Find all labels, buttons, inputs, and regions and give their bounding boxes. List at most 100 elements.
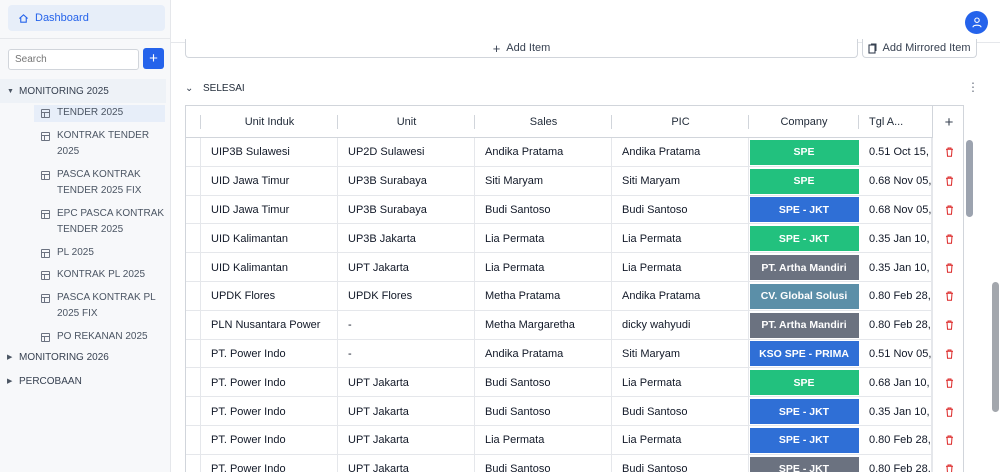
table-row[interactable]: PT. Power Indo - Andika Pratama Siti Maryam… xyxy=(186,339,963,369)
cell-pic[interactable]: Siti Maryam xyxy=(612,339,749,369)
table-row[interactable]: UID Kalimantan UP3B Jakarta Lia Permata Lia… xyxy=(186,224,963,254)
column-header[interactable]: PIC xyxy=(612,106,749,138)
cell-unit-induk[interactable]: UID Kalimantan xyxy=(201,224,338,254)
cell-pic[interactable]: Andika Pratama xyxy=(612,281,749,311)
cell-company[interactable]: CV. Global Solusi xyxy=(749,282,859,311)
trash-icon[interactable] xyxy=(945,464,954,472)
delete-cell[interactable] xyxy=(932,339,963,369)
trash-icon[interactable] xyxy=(945,349,954,359)
cell-unit[interactable]: UP2D Sulawesi xyxy=(338,138,475,167)
trash-icon[interactable] xyxy=(945,205,954,215)
row-handle[interactable] xyxy=(186,454,201,472)
cell-unit-induk[interactable]: UID Jawa Timur xyxy=(201,166,338,196)
cell-unit[interactable]: UPT Jakarta xyxy=(338,454,475,472)
page-scrollbar[interactable] xyxy=(992,282,999,412)
folder-monitoring-2026[interactable]: ▶ MONITORING 2026 xyxy=(0,345,171,369)
add-column-button[interactable]: + xyxy=(932,106,963,138)
row-handle[interactable] xyxy=(186,425,201,455)
board-item[interactable]: PO REKANAN 2025 xyxy=(0,329,171,346)
trash-icon[interactable] xyxy=(945,407,954,417)
board-item[interactable]: PASCA KONTRAK TENDER 2025 FIX xyxy=(0,167,171,200)
cell-tgl[interactable]: 0.68 Nov 05, 23 xyxy=(859,195,932,225)
delete-cell[interactable] xyxy=(932,253,963,282)
delete-cell[interactable] xyxy=(932,425,963,455)
cell-sales[interactable]: Lia Permata xyxy=(475,425,612,455)
trash-icon[interactable] xyxy=(945,378,954,388)
cell-unit[interactable]: - xyxy=(338,310,475,340)
table-row[interactable]: UPDK Flores UPDK Flores Metha Pratama Andik… xyxy=(186,281,963,311)
cell-pic[interactable]: Lia Permata xyxy=(612,253,749,282)
row-handle[interactable] xyxy=(186,166,201,196)
table-row[interactable]: UID Jawa Timur UP3B Surabaya Siti Maryam Si… xyxy=(186,166,963,196)
delete-cell[interactable] xyxy=(932,397,963,426)
board-item[interactable]: TENDER 2025 xyxy=(34,105,165,122)
cell-unit[interactable]: UP3B Surabaya xyxy=(338,166,475,196)
row-handle[interactable] xyxy=(186,195,201,225)
cell-tgl[interactable]: 0.80 Feb 28, 24 xyxy=(859,454,932,472)
cell-sales[interactable]: Lia Permata xyxy=(475,253,612,282)
user-avatar[interactable] xyxy=(965,11,988,34)
table-row[interactable]: PLN Nusantara Power - Metha Margaretha dick… xyxy=(186,310,963,340)
cell-tgl[interactable]: 0.51 Oct 15, 23 xyxy=(859,138,932,167)
cell-company[interactable]: SPE - JKT xyxy=(749,426,859,455)
cell-unit[interactable]: UPDK Flores xyxy=(338,281,475,311)
cell-sales[interactable]: Andika Pratama xyxy=(475,138,612,167)
cell-unit[interactable]: UP3B Surabaya xyxy=(338,195,475,225)
cell-unit[interactable]: UP3B Jakarta xyxy=(338,224,475,254)
cell-company[interactable]: PT. Artha Mandiri xyxy=(749,253,859,282)
column-header[interactable]: Company xyxy=(749,106,859,138)
cell-pic[interactable]: Siti Maryam xyxy=(612,166,749,196)
cell-sales[interactable]: Budi Santoso xyxy=(475,454,612,472)
delete-cell[interactable] xyxy=(932,310,963,340)
cell-pic[interactable]: Budi Santoso xyxy=(612,454,749,472)
delete-cell[interactable] xyxy=(932,166,963,196)
table-row[interactable]: UID Kalimantan UPT Jakarta Lia Permata Lia … xyxy=(186,253,963,282)
trash-icon[interactable] xyxy=(945,176,954,186)
cell-unit-induk[interactable]: PT. Power Indo xyxy=(201,368,338,398)
cell-company[interactable]: SPE - JKT xyxy=(749,224,859,253)
row-handle[interactable] xyxy=(186,253,201,282)
board-item[interactable]: PL 2025 xyxy=(0,245,171,262)
add-board-button[interactable]: + xyxy=(143,48,164,69)
trash-icon[interactable] xyxy=(945,147,954,158)
table-row[interactable]: UID Jawa Timur UP3B Surabaya Budi Santoso B… xyxy=(186,195,963,225)
cell-unit-induk[interactable]: PT. Power Indo xyxy=(201,454,338,472)
cell-tgl[interactable]: 0.35 Jan 10, 24 xyxy=(859,397,932,426)
column-header[interactable]: Tgl A... xyxy=(859,106,932,138)
column-header[interactable]: Unit xyxy=(338,106,475,138)
cell-pic[interactable]: dicky wahyudi xyxy=(612,310,749,340)
board-item[interactable]: KONTRAK TENDER 2025 xyxy=(0,128,171,161)
trash-icon[interactable] xyxy=(945,291,954,302)
cell-unit[interactable]: - xyxy=(338,339,475,369)
cell-tgl[interactable]: 0.80 Feb 28, 24 xyxy=(859,281,932,311)
cell-sales[interactable]: Budi Santoso xyxy=(475,397,612,426)
folder-percobaan[interactable]: ▶ PERCOBAAN xyxy=(0,369,171,393)
cell-tgl[interactable]: 0.35 Jan 10, 24 xyxy=(859,253,932,282)
column-header[interactable]: Sales xyxy=(475,106,612,138)
cell-sales[interactable]: Budi Santoso xyxy=(475,368,612,398)
cell-company[interactable]: SPE xyxy=(749,167,859,196)
trash-icon[interactable] xyxy=(945,320,954,330)
trash-icon[interactable] xyxy=(945,435,954,446)
table-row[interactable]: PT. Power Indo UPT Jakarta Budi Santoso Lia… xyxy=(186,368,963,398)
cell-company[interactable]: SPE - JKT xyxy=(749,455,859,472)
sidebar-item-dashboard[interactable]: Dashboard xyxy=(8,5,165,31)
cell-pic[interactable]: Lia Permata xyxy=(612,224,749,254)
folder-monitoring-2025[interactable]: ▼ MONITORING 2025 xyxy=(0,79,166,103)
cell-pic[interactable]: Andika Pratama xyxy=(612,138,749,167)
cell-unit-induk[interactable]: PT. Power Indo xyxy=(201,425,338,455)
row-handle[interactable] xyxy=(186,138,201,167)
more-options-icon[interactable]: ⋮ xyxy=(967,80,979,94)
cell-company[interactable]: SPE - JKT xyxy=(749,196,859,225)
cell-tgl[interactable]: 0.68 Jan 10, 24 xyxy=(859,368,932,398)
group-header[interactable]: ⌄ SELESAI xyxy=(185,80,245,96)
delete-cell[interactable] xyxy=(932,224,963,254)
delete-cell[interactable] xyxy=(932,368,963,398)
cell-unit[interactable]: UPT Jakarta xyxy=(338,397,475,426)
cell-sales[interactable]: Metha Margaretha xyxy=(475,310,612,340)
cell-unit-induk[interactable]: PLN Nusantara Power xyxy=(201,310,338,340)
table-row[interactable]: UIP3B Sulawesi UP2D Sulawesi Andika Pratam… xyxy=(186,138,963,167)
cell-unit[interactable]: UPT Jakarta xyxy=(338,425,475,455)
row-handle[interactable] xyxy=(186,224,201,254)
delete-cell[interactable] xyxy=(932,454,963,472)
